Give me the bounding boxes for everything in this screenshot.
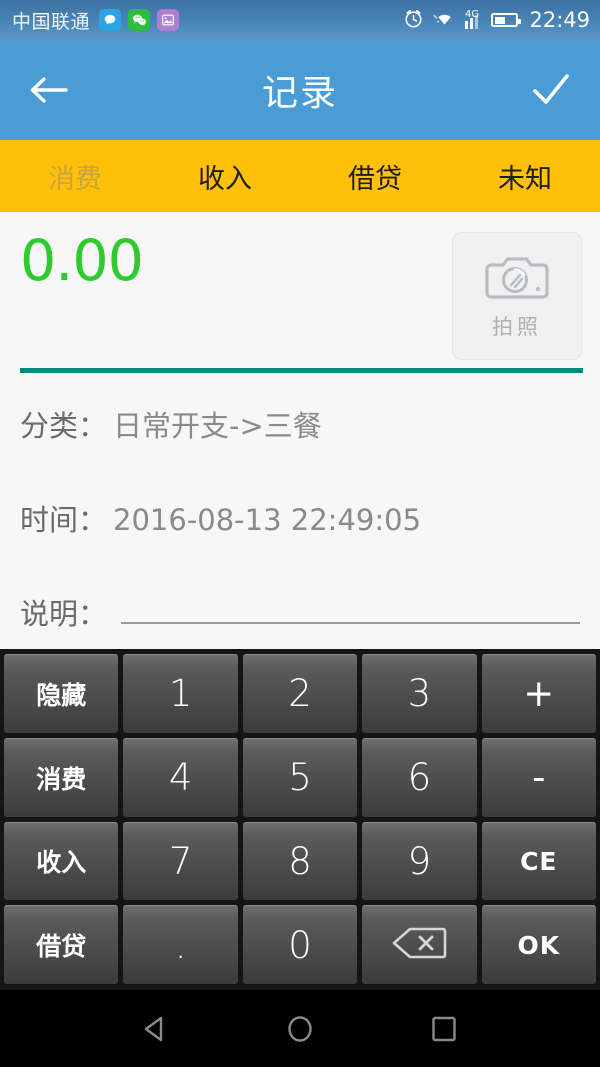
key-label: +: [523, 672, 555, 716]
key-label: 3: [407, 672, 432, 716]
tab-expense[interactable]: 消费: [0, 140, 150, 212]
phone-screen: 中国联通 4G 22:49 记录 消费 收入 借贷 未知 0.00 拍照 分类：…: [0, 0, 600, 1067]
amount-row: 0.00 拍照: [0, 212, 600, 360]
tab-unknown[interactable]: 未知: [450, 140, 600, 212]
key-label: 借贷: [36, 932, 87, 962]
key-label: 5: [288, 756, 312, 800]
key-decimal[interactable]: .: [123, 905, 238, 984]
key-hide[interactable]: 隐藏: [4, 654, 119, 733]
nav-back-triangle-icon[interactable]: [139, 1012, 173, 1046]
key-4[interactable]: 4: [123, 737, 238, 817]
back-arrow-icon[interactable]: [26, 70, 72, 110]
amount-value[interactable]: 0.00: [20, 231, 144, 292]
key-2[interactable]: 2: [242, 654, 358, 733]
key-7[interactable]: 7: [123, 821, 238, 901]
wifi-icon: [432, 8, 457, 32]
key-6[interactable]: 6: [362, 737, 477, 817]
network-type-label: 4G: [464, 8, 480, 20]
record-form: 0.00 拍照 分类： 日常开支->三餐 时间： 2016-08-13 22:4…: [0, 212, 600, 649]
key-label: 4: [168, 756, 193, 800]
status-bar: 中国联通 4G 22:49: [0, 0, 600, 40]
category-value: 日常开支->三餐: [113, 409, 322, 443]
amount-divider: [20, 368, 583, 373]
alarm-clock-icon: [403, 8, 424, 33]
chat-bubble-icon: [99, 9, 122, 31]
time-field[interactable]: 时间： 2016-08-13 22:49:05: [0, 497, 600, 539]
battery-icon: [491, 13, 522, 27]
page-title: 记录: [261, 73, 338, 114]
status-bar-right: 4G 22:49: [403, 8, 590, 33]
nav-home-circle-icon[interactable]: [283, 1012, 317, 1046]
key-backspace[interactable]: [362, 905, 477, 984]
time-value: 2016-08-13 22:49:05: [113, 503, 422, 537]
carrier-label: 中国联通: [12, 10, 91, 33]
key-ok[interactable]: OK: [481, 905, 596, 984]
backspace-icon: [391, 926, 447, 964]
key-9[interactable]: 9: [362, 821, 477, 901]
status-bar-clock: 22:49: [529, 8, 590, 32]
signal-bars-icon: 4G: [464, 8, 484, 29]
key-label: OK: [517, 930, 561, 960]
key-label: 6: [407, 756, 432, 800]
check-icon[interactable]: [528, 70, 574, 110]
key-3[interactable]: 3: [362, 654, 477, 733]
key-loan[interactable]: 借贷: [4, 905, 119, 984]
key-label: 2: [288, 672, 312, 716]
type-tab-bar: 消费 收入 借贷 未知: [0, 140, 600, 212]
nav-recents-square-icon[interactable]: [427, 1012, 461, 1046]
key-label: .: [174, 923, 187, 967]
key-label: 0: [288, 923, 312, 967]
key-label: 收入: [36, 848, 87, 878]
key-label: 9: [407, 839, 432, 883]
category-field[interactable]: 分类： 日常开支->三餐: [0, 403, 600, 445]
key-label: 8: [288, 839, 312, 883]
key-label: -: [532, 756, 546, 800]
key-label: 7: [168, 839, 193, 883]
key-label: 1: [168, 672, 193, 716]
time-label: 时间：: [20, 503, 108, 537]
key-minus[interactable]: -: [481, 737, 596, 817]
key-ce[interactable]: CE: [481, 821, 596, 901]
key-0[interactable]: 0: [242, 905, 358, 984]
key-expense[interactable]: 消费: [4, 737, 119, 817]
key-label: CE: [520, 846, 558, 876]
note-label: 说明：: [20, 597, 108, 631]
tab-income[interactable]: 收入: [150, 140, 300, 212]
title-bar: 记录: [0, 40, 600, 140]
note-field[interactable]: 说明：: [0, 591, 600, 633]
category-label: 分类：: [20, 409, 108, 443]
notification-icons: [99, 9, 180, 31]
key-8[interactable]: 8: [242, 821, 358, 901]
take-photo-button[interactable]: 拍照: [452, 232, 582, 360]
android-nav-bar: [0, 990, 600, 1067]
note-input[interactable]: [121, 594, 580, 624]
key-income[interactable]: 收入: [4, 821, 119, 901]
key-label: 隐藏: [36, 680, 87, 710]
camera-icon: [485, 251, 549, 309]
key-label: 消费: [36, 764, 87, 794]
photo-icon: [157, 9, 180, 31]
tab-loan[interactable]: 借贷: [300, 140, 450, 212]
key-5[interactable]: 5: [242, 737, 358, 817]
take-photo-label: 拍照: [492, 315, 542, 339]
key-plus[interactable]: +: [481, 654, 596, 733]
key-1[interactable]: 1: [123, 654, 238, 733]
wechat-icon: [128, 9, 151, 31]
numeric-keypad: 隐藏 1 2 3 + 消费 4 5 6 - 收入 7 8 9 CE 借贷 . 0…: [0, 649, 600, 990]
